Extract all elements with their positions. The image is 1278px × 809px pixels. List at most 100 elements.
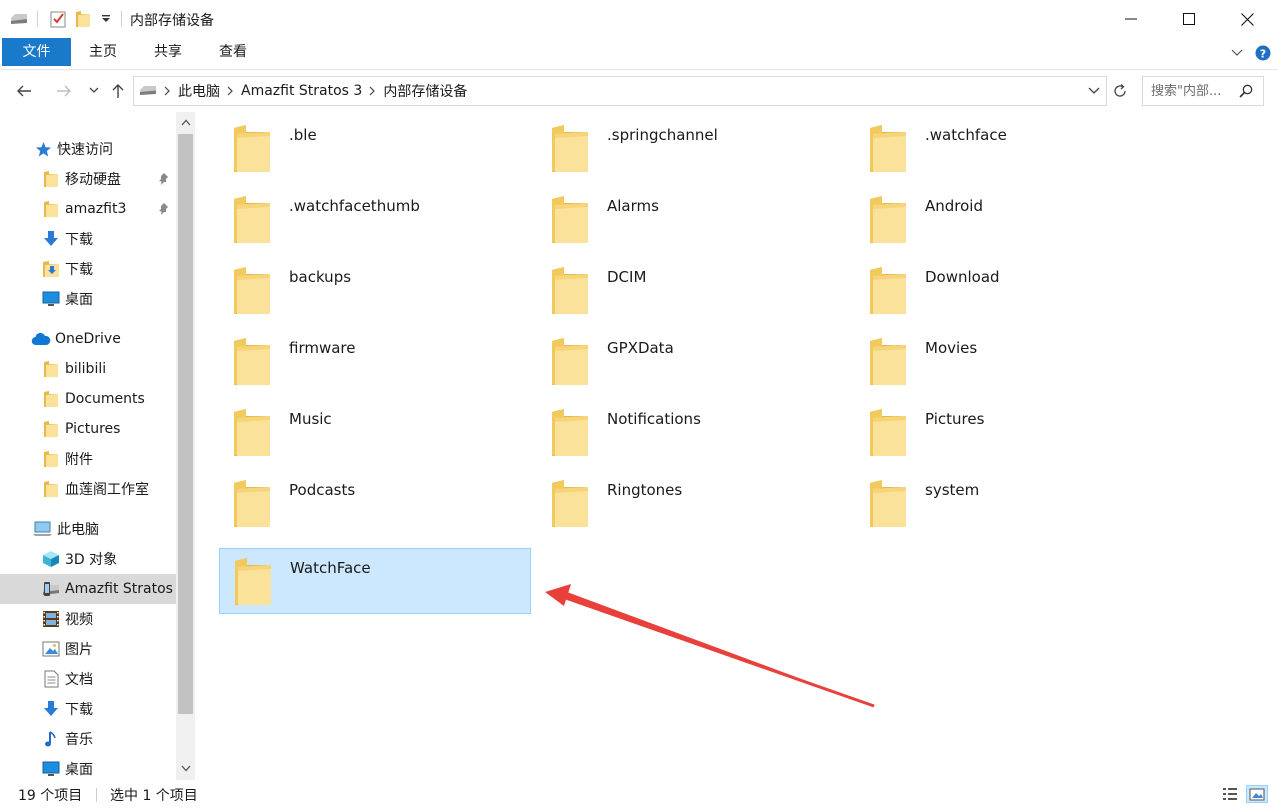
sidebar-item[interactable]: 文档 <box>0 664 176 694</box>
status-bar: 19 个项目 选中 1 个项目 <box>0 780 1278 809</box>
document-icon <box>41 669 61 689</box>
drive-icon[interactable] <box>9 9 29 29</box>
folder-icon <box>551 408 589 458</box>
folder-name: .ble <box>289 126 317 144</box>
scroll-up-button[interactable] <box>176 112 195 132</box>
scroll-down-button[interactable] <box>176 758 195 778</box>
folder-item[interactable]: Ringtones <box>537 471 849 537</box>
folder-item[interactable]: system <box>855 471 1167 537</box>
folder-name: Pictures <box>925 410 985 428</box>
address-history-button[interactable] <box>1088 87 1106 95</box>
new-folder-icon[interactable] <box>73 9 93 29</box>
sidebar-item[interactable]: Pictures <box>0 414 176 444</box>
sidebar-item[interactable]: 此电脑 <box>0 514 176 544</box>
sidebar-item[interactable]: amazfit3 <box>0 194 176 224</box>
sidebar-item-label: 附件 <box>65 452 93 468</box>
sidebar-item[interactable]: 下载 <box>0 224 176 254</box>
folder-item[interactable]: Pictures <box>855 400 1167 466</box>
sidebar-item-label: 图片 <box>65 642 93 658</box>
breadcrumb-device[interactable]: Amazfit Stratos 3 <box>236 83 367 99</box>
tab-home[interactable]: 主页 <box>78 38 128 66</box>
address-row: 此电脑 Amazfit Stratos 3 内部存储设备 <box>0 70 1278 112</box>
sidebar-item[interactable]: 音乐 <box>0 724 176 754</box>
chevron-right-icon[interactable] <box>225 86 236 96</box>
folder-item[interactable]: firmware <box>219 329 531 395</box>
desktop-icon <box>41 289 61 309</box>
properties-icon[interactable] <box>48 9 68 29</box>
help-button[interactable]: ? <box>1252 42 1274 64</box>
folder-item[interactable]: .watchface <box>855 116 1167 182</box>
folder-item[interactable]: Android <box>855 187 1167 253</box>
tab-view[interactable]: 查看 <box>208 38 258 66</box>
sidebar-item[interactable]: 快速访问 <box>0 134 176 164</box>
folder-item[interactable]: Podcasts <box>219 471 531 537</box>
back-button[interactable] <box>12 79 36 103</box>
folder-icon <box>41 419 61 439</box>
sidebar-item[interactable]: 3D 对象 <box>0 544 176 574</box>
folder-name: Alarms <box>607 197 659 215</box>
folder-item[interactable]: .watchfacethumb <box>219 187 531 253</box>
folder-item[interactable]: Alarms <box>537 187 849 253</box>
minimize-button[interactable] <box>1102 0 1160 38</box>
chevron-right-icon[interactable] <box>367 86 378 96</box>
folder-item[interactable]: WatchFace <box>219 548 531 614</box>
large-icons-view-button[interactable] <box>1246 785 1268 803</box>
download-folder-icon <box>41 259 61 279</box>
sidebar-item[interactable]: 血莲阁工作室 <box>0 474 176 504</box>
cube-3d-icon <box>41 549 61 569</box>
star-icon <box>33 139 53 159</box>
folder-item[interactable]: Notifications <box>537 400 849 466</box>
sidebar-item[interactable]: OneDrive <box>0 324 176 354</box>
forward-button[interactable] <box>52 79 76 103</box>
address-bar[interactable]: 此电脑 Amazfit Stratos 3 内部存储设备 <box>133 76 1107 106</box>
folder-item[interactable]: .ble <box>219 116 531 182</box>
sidebar-item[interactable]: 移动硬盘 <box>0 164 176 194</box>
sidebar-item[interactable]: 桌面 <box>0 754 176 780</box>
folder-item[interactable]: Download <box>855 258 1167 324</box>
search-icon[interactable] <box>1238 83 1254 99</box>
folder-item[interactable]: .springchannel <box>537 116 849 182</box>
sidebar-item-label: 移动硬盘 <box>65 172 121 188</box>
sidebar-item[interactable]: 图片 <box>0 634 176 664</box>
sidebar-item-label: 视频 <box>65 612 93 628</box>
breadcrumb-this-pc[interactable]: 此电脑 <box>173 81 225 101</box>
sidebar-item[interactable]: 下载 <box>0 254 176 284</box>
folder-item[interactable]: GPXData <box>537 329 849 395</box>
title-separator <box>37 11 38 27</box>
tab-share[interactable]: 共享 <box>143 38 193 66</box>
arrow-left-icon <box>17 85 31 97</box>
sidebar-item[interactable]: 桌面 <box>0 284 176 314</box>
chevron-up-icon <box>181 119 190 125</box>
expand-ribbon-button[interactable] <box>1226 42 1248 64</box>
folder-item[interactable]: backups <box>219 258 531 324</box>
maximize-button[interactable] <box>1160 0 1218 38</box>
sidebar-item[interactable]: 附件 <box>0 444 176 474</box>
folder-icon <box>233 195 271 245</box>
details-view-button[interactable] <box>1219 785 1241 803</box>
sidebar-item-label: 下载 <box>65 262 93 278</box>
chevron-down-icon <box>1231 49 1243 56</box>
sidebar-item[interactable]: Amazfit Stratos <box>0 574 176 604</box>
folder-item[interactable]: Movies <box>855 329 1167 395</box>
folder-item[interactable]: Music <box>219 400 531 466</box>
sidebar-item-label: Documents <box>65 391 145 407</box>
folder-name: Download <box>925 268 1000 286</box>
sidebar-item[interactable]: 视频 <box>0 604 176 634</box>
sidebar-item[interactable]: 下载 <box>0 694 176 724</box>
chevron-down-icon <box>1088 87 1100 94</box>
desktop-icon <box>41 759 61 779</box>
chevron-right-icon[interactable] <box>162 86 173 96</box>
recent-locations-button[interactable] <box>82 79 106 103</box>
tab-file[interactable]: 文件 <box>2 38 71 66</box>
folder-icon <box>233 408 271 458</box>
scroll-thumb[interactable] <box>178 134 193 714</box>
sidebar-item[interactable]: Documents <box>0 384 176 414</box>
refresh-button[interactable] <box>1108 76 1132 106</box>
nav-scrollbar[interactable] <box>176 112 195 780</box>
customize-quick-access-icon[interactable] <box>96 9 116 29</box>
close-button[interactable] <box>1218 0 1276 38</box>
up-button[interactable] <box>106 79 130 103</box>
sidebar-item[interactable]: bilibili <box>0 354 176 384</box>
breadcrumb-storage[interactable]: 内部存储设备 <box>378 81 472 101</box>
folder-item[interactable]: DCIM <box>537 258 849 324</box>
